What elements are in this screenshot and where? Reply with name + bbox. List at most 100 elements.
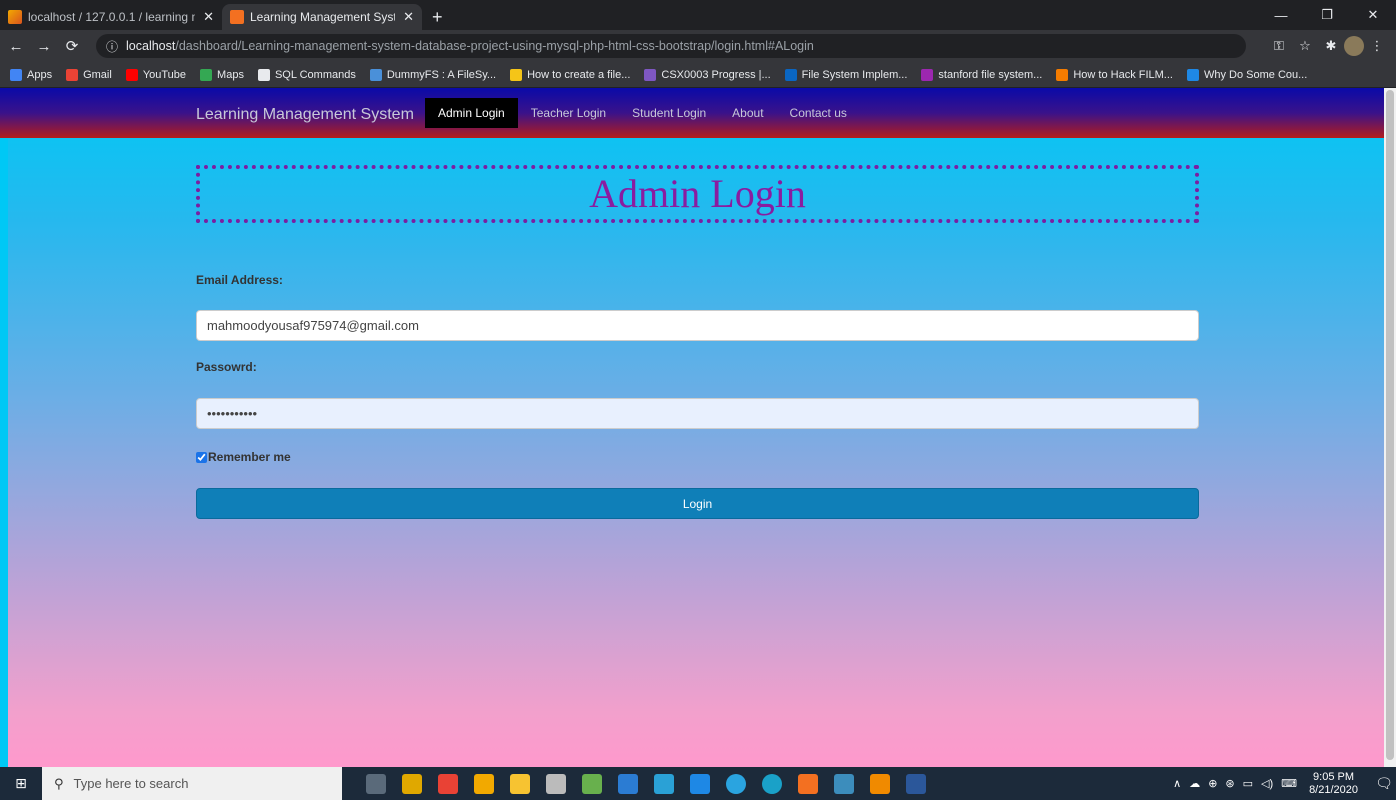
bookmark-label: Why Do Some Cou... [1203,68,1308,81]
back-icon[interactable]: ← [4,38,28,55]
battery-icon[interactable]: ▭ [1243,777,1253,790]
star-icon[interactable]: ☆ [1292,38,1318,54]
nav-about[interactable]: About [719,98,776,128]
nav-student-login[interactable]: Student Login [619,98,719,128]
url-host: localhost [126,39,176,53]
clock[interactable]: 9:05 PM 8/21/2020 [1309,771,1358,797]
bookmark-item[interactable]: How to create a file... [510,68,630,81]
bookmark-item[interactable]: How to Hack FILM... [1056,68,1173,81]
bookmark-item[interactable]: SQL Commands [257,68,356,81]
app-icon[interactable] [690,773,710,794]
toolbar-right: ⚿ ☆ ✱ ⋮ [1266,30,1390,62]
bookmark-label: YouTube [142,68,187,81]
phpmyadmin-icon [8,10,22,24]
windows-start-icon[interactable]: ⊞ [0,767,42,800]
bookmark-label: CSX0003 Progress |... [661,68,771,81]
bookmark-icon [125,68,138,81]
store-icon[interactable] [474,773,494,794]
tab-title: Learning Management System [250,10,395,24]
nav-admin-login[interactable]: Admin Login [425,98,518,128]
chrome-icon[interactable] [438,773,458,794]
bookmark-icon [1056,68,1069,81]
email-input[interactable] [196,310,1199,341]
chevron-up-icon[interactable]: ∧ [1173,777,1181,790]
bookmark-item[interactable]: DummyFS : A FileSy... [369,68,496,81]
telegram-icon[interactable] [726,773,746,794]
nav-contact-us[interactable]: Contact us [777,98,860,128]
password-input[interactable] [196,398,1199,429]
bookmark-label: How to Hack FILM... [1073,68,1173,81]
profile-avatar[interactable] [1344,36,1364,56]
bookmark-icon [66,68,79,81]
reload-icon[interactable]: ⟳ [60,37,84,55]
info-icon[interactable]: ⓘ [106,38,118,55]
system-tray: ∧ ☁ ⊕ ⊛ ▭ ◁) ⌨ 9:05 PM 8/21/2020 🗨 [1169,767,1396,800]
edge-icon[interactable] [762,773,782,794]
bookmark-item[interactable]: YouTube [125,68,187,81]
browser-toolbar: ← → ⟳ ⓘ localhost/dashboard/Learning-man… [0,30,1396,62]
site-nav-links: Admin Login Teacher Login Student Login … [425,98,860,128]
bookmark-item[interactable]: CSX0003 Progress |... [644,68,771,81]
bookmark-item[interactable]: Apps [10,68,53,81]
new-tab-button[interactable]: + [422,4,453,30]
email-label: Email Address: [196,273,283,287]
page-scrollbar[interactable] [1384,88,1396,767]
bookmark-label: Apps [27,68,53,81]
terminal-icon[interactable] [654,773,674,794]
password-label: Passowrd: [196,360,257,374]
close-window-icon[interactable]: ✕ [1350,0,1396,30]
settings-app-icon[interactable] [546,773,566,794]
scrollbar-thumb[interactable] [1386,90,1394,760]
bookmark-icon [921,68,934,81]
taskbar-search[interactable]: ⚲ Type here to search [42,767,342,800]
bookmark-item[interactable]: File System Implem... [784,68,907,81]
xampp-icon[interactable] [798,773,818,794]
remember-me-label[interactable]: Remember me [208,450,291,464]
notification-icon[interactable]: 🗨 [1372,775,1396,792]
bookmark-icon [644,68,657,81]
nav-teacher-login[interactable]: Teacher Login [518,98,619,128]
bookmark-item[interactable]: Maps [200,68,244,81]
address-bar[interactable]: ⓘ localhost/dashboard/Learning-managemen… [96,34,1246,58]
page-body: Learning Management System Admin Login T… [0,88,1392,767]
window-controls: — ❐ ✕ [1258,0,1396,30]
vscode-icon[interactable] [618,773,638,794]
bookmark-label: Maps [217,68,244,81]
cloud-icon[interactable]: ☁ [1189,777,1200,790]
bookmark-item[interactable]: Gmail [66,68,112,81]
clock-date: 8/21/2020 [1309,783,1358,796]
search-icon: ⚲ [54,775,64,791]
site-navbar: Learning Management System Admin Login T… [0,88,1392,138]
git-icon[interactable] [834,773,854,794]
tab-close-icon[interactable]: ✕ [203,9,214,25]
key-icon[interactable]: ⚿ [1266,38,1292,54]
language-icon[interactable]: ⊛ [1225,777,1234,790]
file-explorer-icon[interactable] [510,773,530,794]
taskbar-apps [358,773,934,794]
site-brand[interactable]: Learning Management System [196,106,414,124]
bookmark-item[interactable]: stanford file system... [921,68,1042,81]
volume-icon[interactable]: ◁) [1261,777,1273,790]
tab-close-icon[interactable]: ✕ [403,9,414,25]
bookmark-item[interactable]: Why Do Some Cou... [1186,68,1308,81]
bookmark-icon [10,68,22,81]
notepad-icon[interactable] [582,773,602,794]
tab-learning-management-system[interactable]: Learning Management System ✕ [222,4,422,30]
login-button[interactable]: Login [196,488,1199,519]
search-placeholder: Type here to search [73,776,189,791]
bookmark-icon [369,68,382,81]
minimize-icon[interactable]: — [1258,0,1304,30]
forward-icon[interactable]: → [32,38,56,55]
restore-icon[interactable]: ❐ [1304,0,1350,30]
vlc-icon[interactable] [870,773,890,794]
tab-phpmyadmin[interactable]: localhost / 127.0.0.1 / learning m ✕ [0,4,222,30]
remember-me-checkbox[interactable] [196,451,207,463]
menu-icon[interactable]: ⋮ [1364,38,1390,54]
task-view-icon[interactable] [366,773,386,794]
bookmark-label: SQL Commands [274,68,356,81]
network-icon[interactable]: ⊕ [1208,777,1217,790]
word-icon[interactable] [906,773,926,794]
extensions-icon[interactable]: ✱ [1318,38,1344,54]
cortana-icon[interactable] [402,773,422,794]
keyboard-icon[interactable]: ⌨ [1281,777,1297,790]
